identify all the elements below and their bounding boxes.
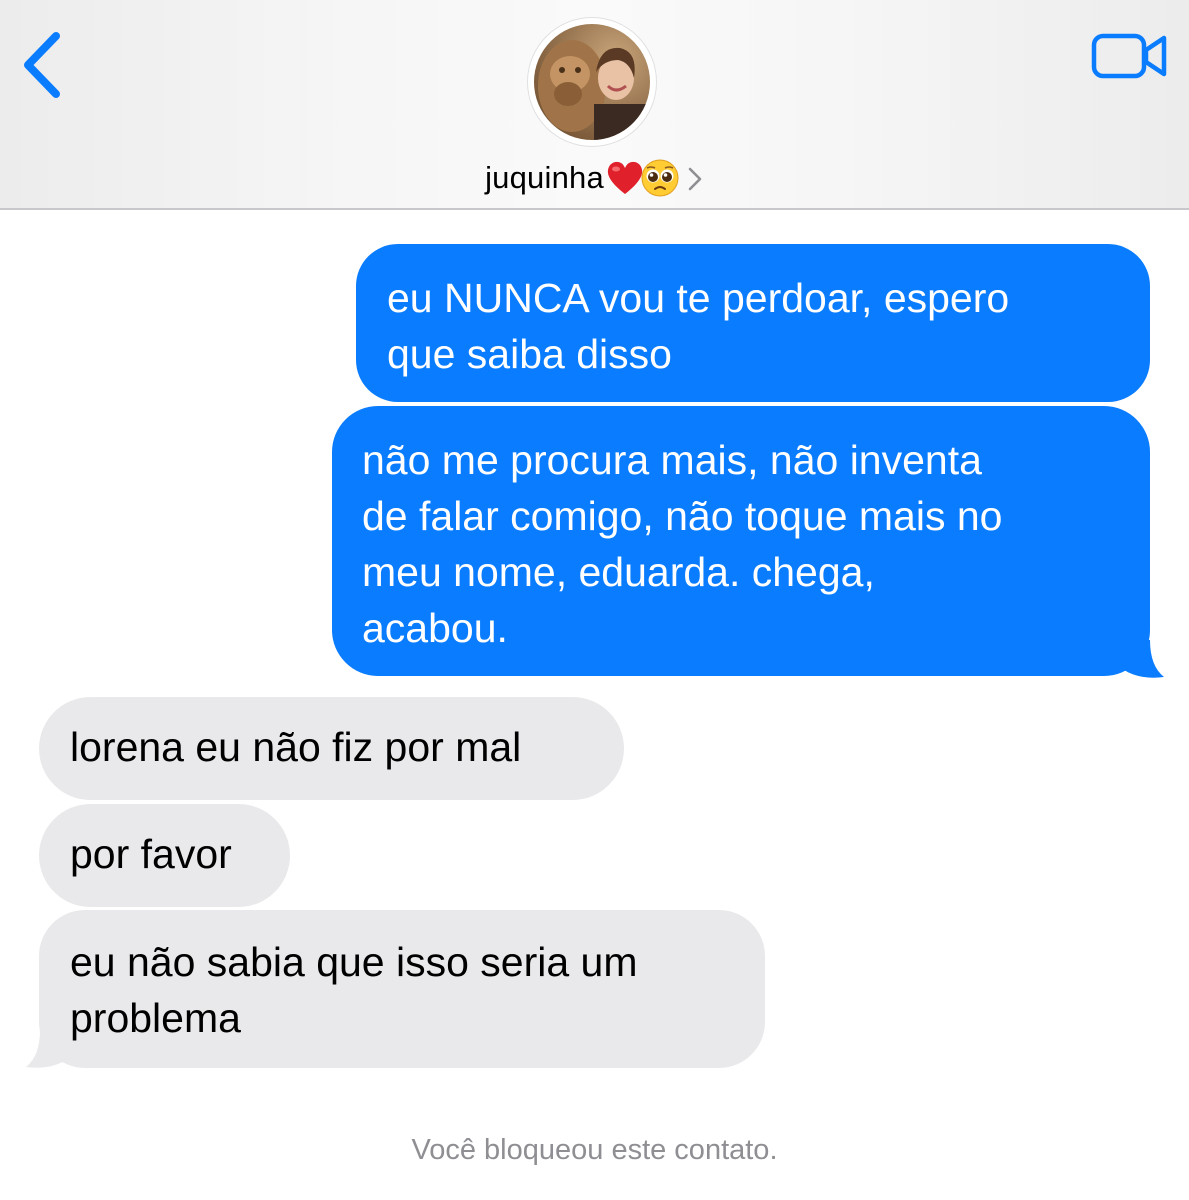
conversation-screen: juquinha eu NUNCA vou te perdoar, espero… [0, 0, 1189, 1200]
contact-name: juquinha [485, 160, 604, 195]
chevron-right-icon [688, 167, 702, 191]
back-button[interactable] [14, 28, 74, 102]
chevron-left-icon [24, 32, 60, 98]
heart-emoji-icon [607, 161, 643, 194]
message-bubble-sent[interactable]: não me procura mais, não inventa de fala… [332, 406, 1150, 676]
message-bubble-received[interactable]: eu não sabia que isso seria um problema [39, 910, 765, 1068]
avatar-photo [534, 24, 650, 140]
video-call-button[interactable] [1090, 32, 1170, 82]
message-bubble-sent[interactable]: eu NUNCA vou te perdoar, espero que saib… [356, 244, 1150, 402]
bubble-tail [1120, 640, 1164, 678]
blocked-contact-notice: Você bloqueou este contato. [411, 1134, 778, 1166]
conversation-header: juquinha [0, 0, 1189, 210]
video-camera-icon [1091, 33, 1167, 79]
message-bubble-received[interactable]: lorena eu não fiz por mal [39, 697, 624, 800]
pleading-face-emoji-icon [641, 159, 679, 197]
contact-avatar[interactable] [528, 18, 656, 146]
message-bubble-received[interactable]: por favor [39, 804, 290, 907]
bubble-tail [26, 1030, 70, 1068]
contact-info-button[interactable]: juquinha [0, 152, 1189, 204]
